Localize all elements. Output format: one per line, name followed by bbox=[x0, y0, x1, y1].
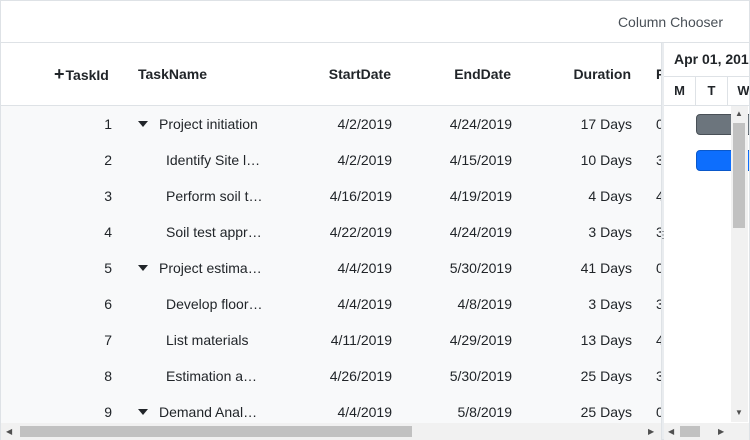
cell-startdate: 4/2/2019 bbox=[337, 152, 393, 168]
table-row[interactable]: 8 Estimation approval 4/26/2019 5/30/2019 25… bbox=[1, 358, 661, 394]
cell-duration: 3 Days bbox=[588, 296, 632, 312]
task-name-text: Estimation approval bbox=[166, 368, 263, 384]
cell-enddate: 4/24/2019 bbox=[449, 224, 512, 240]
collapse-icon[interactable] bbox=[138, 409, 148, 416]
timeline-day: T bbox=[696, 77, 728, 105]
header-startdate[interactable]: StartDate bbox=[301, 43, 391, 105]
cell-taskname[interactable]: Soil test approval bbox=[166, 214, 263, 250]
timeline-days: MTW bbox=[664, 77, 749, 106]
cell-startdate: 4/11/2019 bbox=[330, 332, 392, 348]
cell-enddate: 4/19/2019 bbox=[449, 188, 512, 204]
cell-duration: 25 Days bbox=[580, 368, 632, 384]
column-chooser-button[interactable]: Column Chooser bbox=[618, 14, 723, 30]
cell-taskname[interactable]: Develop floor plan for estimation bbox=[166, 286, 263, 322]
task-name-text: Identify Site location bbox=[166, 152, 263, 168]
cell-startdate: 4/16/2019 bbox=[329, 188, 392, 204]
cell-enddate: 4/29/2019 bbox=[449, 332, 512, 348]
cell-startdate: 4/4/2019 bbox=[337, 260, 393, 276]
task-name-text: Develop floor plan for estimation bbox=[166, 296, 263, 312]
task-name-text: Project estimation bbox=[159, 260, 263, 276]
cell-duration: 3 Days bbox=[588, 224, 632, 240]
cell-taskid: 4 bbox=[104, 224, 112, 240]
cell-taskname[interactable]: Project estimation bbox=[138, 250, 263, 286]
cell-enddate: 4/24/2019 bbox=[449, 116, 512, 132]
grid-horizontal-scroll-thumb[interactable] bbox=[20, 426, 412, 437]
task-grid: +TaskId TaskName StartDate EndDate Durat… bbox=[1, 43, 661, 439]
cell-enddate: 4/8/2019 bbox=[457, 296, 513, 312]
grid-body: 1 Project initiation 4/2/2019 4/24/2019 17 D… bbox=[1, 106, 661, 423]
task-name-text: Perform soil test bbox=[166, 188, 263, 204]
cell-taskid: 7 bbox=[104, 332, 112, 348]
table-row[interactable]: 2 Identify Site location 4/2/2019 4/15/2019… bbox=[1, 142, 661, 178]
cell-taskid: 8 bbox=[104, 368, 112, 384]
scroll-down-icon[interactable]: ▼ bbox=[735, 409, 743, 417]
cell-taskid: 2 bbox=[104, 152, 112, 168]
cell-startdate: 4/2/2019 bbox=[337, 116, 393, 132]
task-name-text: Soil test approval bbox=[166, 224, 263, 240]
cell-taskname[interactable]: Estimation approval bbox=[166, 358, 263, 394]
timeline-day: M bbox=[664, 77, 696, 105]
cell-taskid: 1 bbox=[104, 116, 112, 132]
cell-duration: 13 Days bbox=[580, 332, 632, 348]
cell-taskid: 6 bbox=[104, 296, 112, 312]
add-icon[interactable]: + bbox=[54, 64, 65, 84]
table-row[interactable]: 7 List materials 4/11/2019 4/29/2019 13 Days… bbox=[1, 322, 661, 358]
header-duration[interactable]: Duration bbox=[541, 43, 631, 105]
cell-taskname[interactable]: Identify Site location bbox=[166, 142, 263, 178]
collapse-icon[interactable] bbox=[138, 121, 148, 128]
cell-taskid: 5 bbox=[104, 260, 112, 276]
cell-taskname[interactable]: Project initiation bbox=[138, 106, 263, 142]
collapse-icon[interactable] bbox=[138, 265, 148, 272]
table-row[interactable]: 4 Soil test approval 4/22/2019 4/24/2019 3 D… bbox=[1, 214, 661, 250]
table-row[interactable]: 1 Project initiation 4/2/2019 4/24/2019 17 D… bbox=[1, 106, 661, 142]
table-row[interactable]: 5 Project estimation 4/4/2019 5/30/2019 41 D… bbox=[1, 250, 661, 286]
task-name-text: List materials bbox=[166, 332, 249, 348]
cell-duration: 41 Days bbox=[580, 260, 632, 276]
toolbar: Column Chooser bbox=[1, 1, 749, 43]
table-row[interactable]: 3 Perform soil test 4/16/2019 4/19/2019 4 Da… bbox=[1, 178, 661, 214]
cell-taskname[interactable]: Perform soil test bbox=[166, 178, 263, 214]
cell-enddate: 5/30/2019 bbox=[449, 368, 512, 384]
chart-scroll-right-icon[interactable]: ▶ bbox=[718, 428, 724, 436]
header-taskid[interactable]: +TaskId bbox=[54, 43, 109, 105]
grid-header: +TaskId TaskName StartDate EndDate Durat… bbox=[1, 43, 661, 106]
cell-enddate: 5/30/2019 bbox=[449, 260, 512, 276]
cell-duration: 10 Days bbox=[580, 152, 632, 168]
table-row[interactable]: 6 Develop floor plan for estimation 4/4/20… bbox=[1, 286, 661, 322]
cell-taskname[interactable]: List materials bbox=[166, 322, 263, 358]
scroll-up-icon[interactable]: ▲ bbox=[735, 110, 743, 118]
grid-horizontal-scrollbar[interactable]: ◀ ▶ bbox=[1, 423, 661, 440]
task-name-text: Demand Analysis bbox=[159, 404, 263, 420]
task-name-text: Project initiation bbox=[159, 116, 258, 132]
scroll-left-icon[interactable]: ◀ bbox=[6, 428, 12, 436]
gantt-chart: Column Chooser +TaskId TaskName StartDat… bbox=[0, 0, 750, 440]
chart-scroll-left-icon[interactable]: ◀ bbox=[668, 428, 674, 436]
cell-taskid: 3 bbox=[104, 188, 112, 204]
timeline-day: W bbox=[728, 77, 749, 105]
vertical-scroll-thumb[interactable] bbox=[733, 123, 745, 228]
header-enddate[interactable]: EndDate bbox=[421, 43, 511, 105]
cell-startdate: 4/26/2019 bbox=[329, 368, 392, 384]
vertical-scrollbar[interactable]: ▲ ▼ bbox=[731, 106, 748, 422]
chart-horizontal-scrollbar[interactable]: ◀ ▶ bbox=[664, 423, 749, 440]
timeline-week-label: Apr 01, 2019 bbox=[664, 43, 749, 77]
cell-enddate: 4/15/2019 bbox=[449, 152, 512, 168]
cell-duration: 4 Days bbox=[588, 188, 632, 204]
chart-horizontal-scroll-thumb[interactable] bbox=[680, 426, 700, 437]
cell-duration: 17 Days bbox=[580, 116, 632, 132]
cell-startdate: 4/4/2019 bbox=[337, 296, 393, 312]
cell-startdate: 4/22/2019 bbox=[329, 224, 392, 240]
scroll-right-icon[interactable]: ▶ bbox=[648, 428, 654, 436]
header-taskname[interactable]: TaskName bbox=[138, 43, 207, 105]
